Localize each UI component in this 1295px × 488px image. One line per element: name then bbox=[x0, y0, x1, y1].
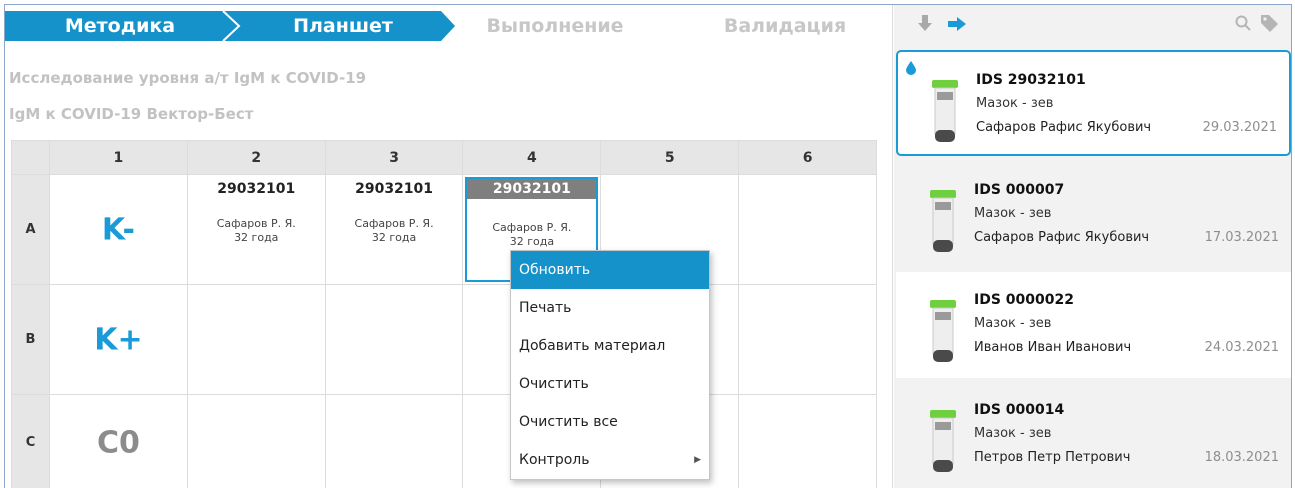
test-tube-icon bbox=[930, 190, 956, 258]
well-a2[interactable]: 29032101 Сафаров Р. Я. 32 года bbox=[186, 174, 326, 285]
control-label: K+ bbox=[94, 322, 143, 357]
test-tube-icon bbox=[930, 410, 956, 478]
column-header: 1 bbox=[49, 140, 188, 175]
sample-card-material: Мазок - зев bbox=[974, 206, 1052, 221]
sample-card-material: Мазок - зев bbox=[974, 316, 1052, 331]
menu-item-add-material[interactable]: Добавить материал bbox=[511, 327, 709, 365]
well-patient-age: 32 года bbox=[371, 231, 417, 244]
samples-pane: IDS 29032101 Мазок - зев Сафаров Рафис Я… bbox=[894, 5, 1291, 488]
well-c1[interactable]: C0 bbox=[49, 394, 188, 488]
column-header: 2 bbox=[186, 140, 326, 175]
sample-card[interactable]: IDS 29032101 Мазок - зев Сафаров Рафис Я… bbox=[896, 50, 1291, 156]
control-label: C0 bbox=[96, 425, 140, 460]
column-header: 3 bbox=[324, 140, 464, 175]
sample-card-patient: Иванов Иван Иванович bbox=[974, 340, 1132, 355]
sample-card-id: IDS 0000022 bbox=[974, 292, 1074, 308]
well-b2[interactable] bbox=[186, 284, 326, 395]
sample-card-date: 17.03.2021 bbox=[1204, 230, 1279, 245]
tag-icon[interactable] bbox=[1261, 15, 1278, 36]
well-b3[interactable] bbox=[324, 284, 464, 395]
submenu-arrow-icon: ▶ bbox=[694, 455, 701, 465]
sample-card[interactable]: IDS 0000022 Мазок - зев Иванов Иван Иван… bbox=[896, 272, 1291, 378]
well-a3[interactable]: 29032101 Сафаров Р. Я. 32 года bbox=[324, 174, 464, 285]
step-execution[interactable]: Выполнение bbox=[455, 11, 655, 41]
well-b1[interactable]: K+ bbox=[49, 284, 188, 395]
test-tube-icon bbox=[930, 300, 956, 368]
grid-corner bbox=[11, 140, 50, 175]
kit-title: IgM к COVID-19 Вектор-Бест bbox=[9, 105, 254, 123]
well-patient-name: Сафаров Р. Я. bbox=[216, 217, 296, 230]
plate-grid: 1 2 3 4 5 6 A K- 29032101 Сафаров Р. Я. … bbox=[11, 140, 877, 488]
well-c3[interactable] bbox=[324, 394, 464, 488]
column-header: 6 bbox=[738, 140, 877, 175]
menu-item-control-label: Контроль bbox=[519, 452, 590, 468]
menu-item-refresh[interactable]: Обновить bbox=[511, 251, 709, 289]
row-header: C bbox=[11, 394, 50, 488]
well-a1[interactable]: K- bbox=[49, 174, 188, 285]
sample-card-date: 29.03.2021 bbox=[1202, 120, 1277, 135]
row-header: A bbox=[11, 174, 50, 285]
control-label: K- bbox=[101, 212, 135, 247]
row-header: B bbox=[11, 284, 50, 395]
sample-card-material: Мазок - зев bbox=[976, 96, 1054, 111]
wizard-steps: Методика Планшет Выполнение Валидация bbox=[5, 11, 893, 41]
samples-toolbar bbox=[894, 5, 1291, 43]
plate-pane: Методика Планшет Выполнение Валидация Ис… bbox=[5, 5, 893, 488]
menu-item-print[interactable]: Печать bbox=[511, 289, 709, 327]
arrow-down-icon[interactable] bbox=[918, 15, 932, 35]
sample-card[interactable]: IDS 000007 Мазок - зев Сафаров Рафис Яку… bbox=[896, 162, 1291, 268]
step-validation[interactable]: Валидация bbox=[685, 11, 885, 41]
sample-card-patient: Сафаров Рафис Якубович bbox=[974, 230, 1150, 245]
sample-card-id: IDS 29032101 bbox=[976, 72, 1086, 88]
context-menu: Обновить Печать Добавить материал Очисти… bbox=[510, 250, 710, 480]
well-patient-age: 32 года bbox=[234, 231, 279, 244]
drop-icon bbox=[906, 60, 916, 79]
well-a6[interactable] bbox=[738, 174, 877, 285]
column-header: 5 bbox=[600, 140, 740, 175]
step-method[interactable]: Методика bbox=[45, 11, 195, 41]
well-c6[interactable] bbox=[738, 394, 877, 488]
column-header: 4 bbox=[462, 140, 602, 175]
step-plate[interactable]: Планшет bbox=[263, 11, 423, 41]
test-tube-icon bbox=[932, 80, 958, 148]
sample-card-patient: Петров Петр Петрович bbox=[974, 450, 1131, 465]
app-window: Методика Планшет Выполнение Валидация Ис… bbox=[4, 4, 1292, 488]
search-icon[interactable] bbox=[1235, 15, 1251, 35]
well-b6[interactable] bbox=[738, 284, 877, 395]
well-c2[interactable] bbox=[186, 394, 326, 488]
sample-card-date: 18.03.2021 bbox=[1204, 450, 1279, 465]
well-patient-name: Сафаров Р. Я. bbox=[354, 217, 434, 230]
well-sample-id: 29032101 bbox=[355, 181, 434, 197]
sample-card-id: IDS 000014 bbox=[974, 402, 1065, 418]
sample-card-material: Мазок - зев bbox=[974, 426, 1052, 441]
well-sample-id: 29032101 bbox=[467, 179, 597, 199]
well-patient-age: 32 года bbox=[509, 235, 555, 248]
menu-item-clear-all[interactable]: Очистить все bbox=[511, 403, 709, 441]
arrow-right-icon[interactable] bbox=[948, 16, 966, 35]
sample-card-date: 24.03.2021 bbox=[1204, 340, 1279, 355]
well-patient-name: Сафаров Р. Я. bbox=[492, 221, 572, 234]
sample-card-patient: Сафаров Рафис Якубович bbox=[976, 120, 1152, 135]
well-sample-id: 29032101 bbox=[217, 181, 296, 197]
sample-card[interactable]: IDS 000014 Мазок - зев Петров Петр Петро… bbox=[896, 382, 1291, 488]
sample-card-id: IDS 000007 bbox=[974, 182, 1065, 198]
menu-item-control[interactable]: Контроль ▶ bbox=[511, 441, 709, 479]
menu-item-clear[interactable]: Очистить bbox=[511, 365, 709, 403]
method-title: Исследование уровня а/т IgM к COVID-19 bbox=[9, 69, 367, 87]
